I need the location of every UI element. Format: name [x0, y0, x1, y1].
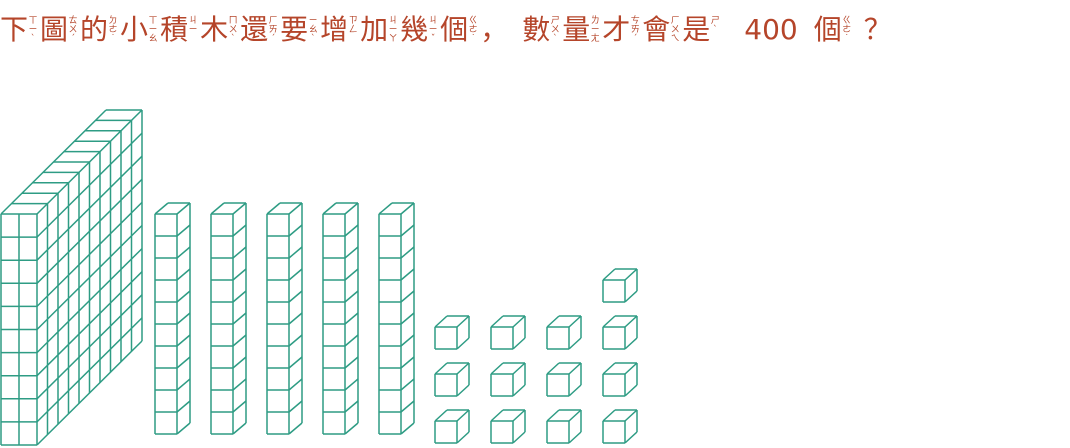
unit-cube — [546, 409, 582, 444]
unit-cube — [434, 409, 470, 444]
unit-cube — [546, 362, 582, 397]
unit-cube — [490, 315, 526, 350]
unit-cube — [434, 362, 470, 397]
ten-rod — [154, 202, 191, 435]
hundred-flat — [0, 109, 143, 446]
unit-cube — [602, 315, 638, 350]
unit-cube — [602, 409, 638, 444]
ten-rod — [210, 202, 247, 435]
unit-cube — [434, 315, 470, 350]
ten-rod — [266, 202, 303, 435]
unit-cube — [602, 268, 638, 303]
base-ten-blocks-figure — [0, 109, 638, 446]
ten-rod — [322, 202, 359, 435]
unit-cube — [490, 362, 526, 397]
unit-cube — [602, 362, 638, 397]
unit-cube — [490, 409, 526, 444]
unit-cube — [546, 315, 582, 350]
ten-rod — [378, 202, 415, 435]
